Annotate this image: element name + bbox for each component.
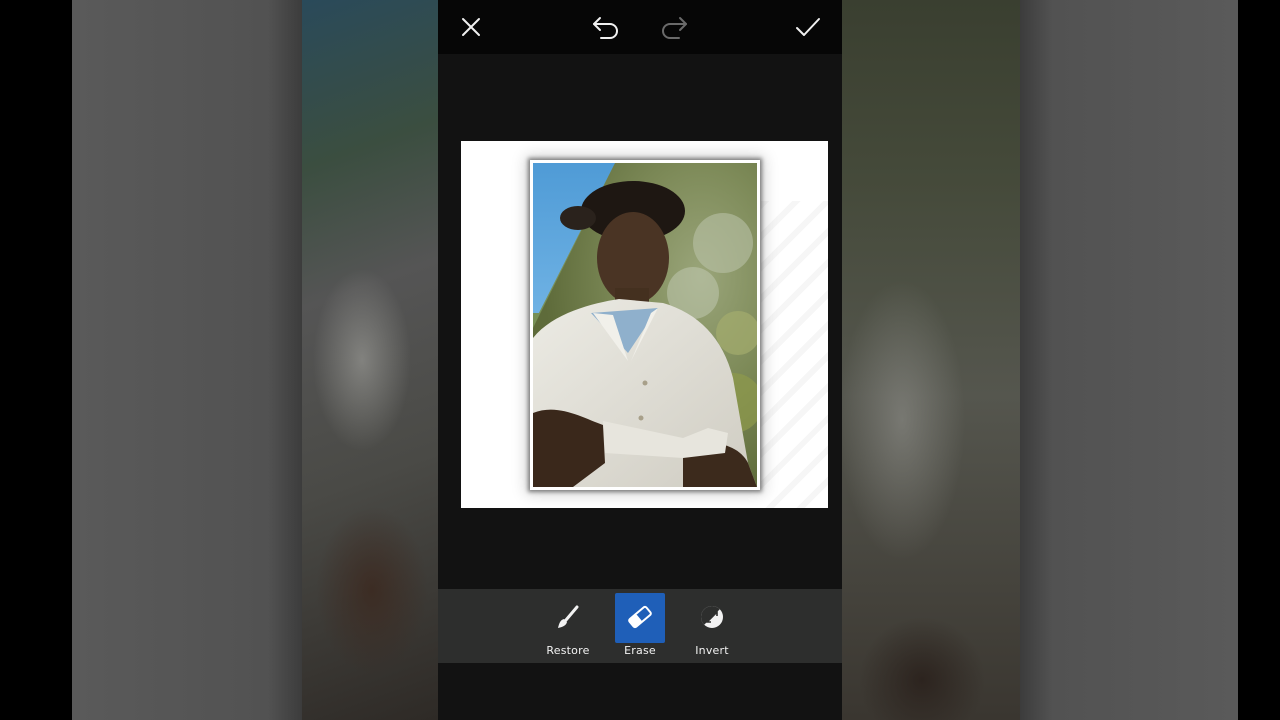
tool-bar: Restore Erase Invert [438, 589, 842, 663]
letterbox-bar [1238, 0, 1280, 720]
brush-icon [558, 605, 579, 628]
undo-button[interactable] [588, 9, 624, 45]
close-button[interactable] [453, 9, 489, 45]
blurred-backdrop-left [0, 0, 438, 720]
restore-tool-button[interactable]: Restore [537, 593, 599, 659]
editor-screen: Restore Erase Invert [438, 0, 842, 720]
checkmark-icon [796, 18, 820, 36]
bottom-area [438, 663, 842, 720]
erase-tool-button[interactable]: Erase [609, 593, 671, 659]
invert-tool-button[interactable]: Invert [681, 593, 743, 659]
blurred-gray-panel [72, 0, 302, 720]
letterbox-bar [0, 0, 72, 720]
redo-icon [662, 17, 687, 39]
restore-label: Restore [546, 644, 590, 657]
invert-label: Invert [695, 644, 729, 657]
portrait-image [533, 163, 757, 487]
undo-icon [593, 17, 618, 39]
eraser-icon [628, 605, 652, 629]
close-icon [462, 18, 480, 36]
blurred-backdrop-right [842, 0, 1280, 720]
photo-frame [530, 160, 760, 490]
top-bar [438, 0, 842, 54]
edit-canvas[interactable] [461, 141, 828, 508]
erase-label: Erase [624, 644, 656, 657]
blurred-photo-strip [842, 0, 1020, 720]
invert-icon [701, 606, 723, 628]
apply-button[interactable] [790, 9, 826, 45]
redo-button[interactable] [656, 9, 692, 45]
blurred-gray-panel [1020, 0, 1238, 720]
erased-area-pattern [761, 201, 828, 508]
blurred-photo-strip [302, 0, 438, 720]
portrait-photo[interactable] [533, 163, 757, 487]
